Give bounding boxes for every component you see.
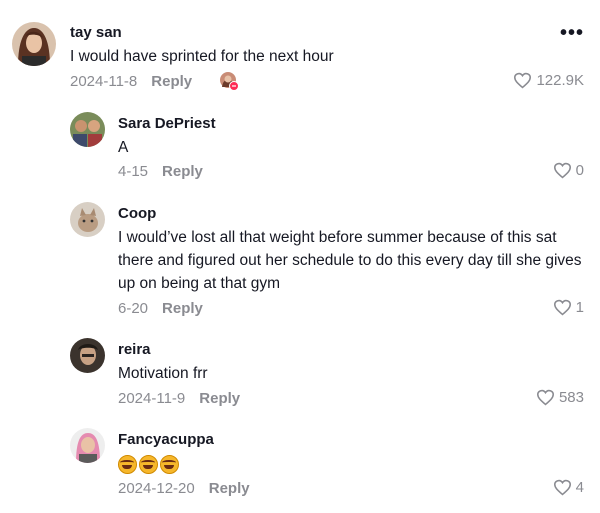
comment-meta: 2024-12-20 Reply bbox=[118, 480, 250, 498]
like-count: 583 bbox=[558, 389, 584, 406]
comment-meta: 6-20 Reply bbox=[118, 300, 203, 318]
comment-text: A bbox=[118, 139, 129, 156]
like-button[interactable]: 122.9K bbox=[513, 72, 584, 89]
avatar-image bbox=[70, 338, 105, 373]
reply-button[interactable]: Reply bbox=[162, 163, 203, 180]
comment-meta: 2024-11-8 Reply bbox=[70, 73, 192, 91]
heart-icon bbox=[553, 479, 571, 496]
like-button[interactable]: 1 bbox=[553, 299, 584, 316]
comment-text: Motivation frr bbox=[118, 365, 208, 382]
like-count: 0 bbox=[575, 162, 584, 179]
comment-meta: 4-15 Reply bbox=[118, 163, 203, 181]
avatar-image bbox=[12, 22, 56, 66]
comment-username[interactable]: Sara DePriest bbox=[118, 115, 216, 133]
comment-text bbox=[118, 453, 548, 476]
comment-meta: 2024-11-9 Reply bbox=[118, 390, 240, 408]
more-options-icon[interactable]: ••• bbox=[560, 23, 584, 43]
avatar-image bbox=[70, 112, 105, 147]
like-button[interactable]: 0 bbox=[553, 162, 584, 179]
like-count: 1 bbox=[575, 299, 584, 316]
like-count: 4 bbox=[575, 479, 584, 496]
rofl-emoji-icon bbox=[160, 455, 179, 475]
comment-text: I would have sprinted for the next hour bbox=[70, 48, 334, 65]
comment-date: 2024-12-20 bbox=[118, 480, 195, 497]
reply-button[interactable]: Reply bbox=[151, 73, 192, 90]
heart-icon bbox=[553, 299, 571, 316]
like-button[interactable]: 4 bbox=[553, 479, 584, 496]
avatar-image bbox=[70, 428, 105, 463]
comment-username[interactable]: tay san bbox=[70, 24, 122, 42]
rofl-emoji-icon bbox=[118, 455, 137, 475]
comment-username[interactable]: Fancyacuppa bbox=[118, 431, 214, 449]
avatar[interactable] bbox=[12, 22, 56, 66]
comment-date: 6-20 bbox=[118, 300, 149, 317]
reply-button[interactable]: Reply bbox=[209, 480, 250, 497]
avatar[interactable] bbox=[70, 428, 105, 463]
comment-username[interactable]: reira bbox=[118, 341, 151, 359]
creator-liked-badge-icon bbox=[219, 71, 239, 91]
heart-icon bbox=[536, 389, 554, 406]
comment-date: 2024-11-9 bbox=[118, 390, 186, 407]
avatar[interactable] bbox=[70, 338, 105, 373]
comment-date: 2024-11-8 bbox=[70, 73, 138, 90]
comment-text: I would’ve lost all that weight before s… bbox=[118, 229, 582, 292]
heart-icon bbox=[553, 162, 571, 179]
reply-button[interactable]: Reply bbox=[199, 390, 240, 407]
rofl-emoji-icon bbox=[139, 455, 158, 475]
comment-date: 4-15 bbox=[118, 163, 149, 180]
reply-button[interactable]: Reply bbox=[162, 300, 203, 317]
like-button[interactable]: 583 bbox=[536, 389, 584, 406]
avatar[interactable] bbox=[70, 202, 105, 237]
heart-icon bbox=[514, 72, 532, 89]
like-count: 122.9K bbox=[536, 72, 584, 89]
avatar-image bbox=[70, 202, 105, 237]
comment-username[interactable]: Coop bbox=[118, 205, 156, 223]
avatar[interactable] bbox=[70, 112, 105, 147]
